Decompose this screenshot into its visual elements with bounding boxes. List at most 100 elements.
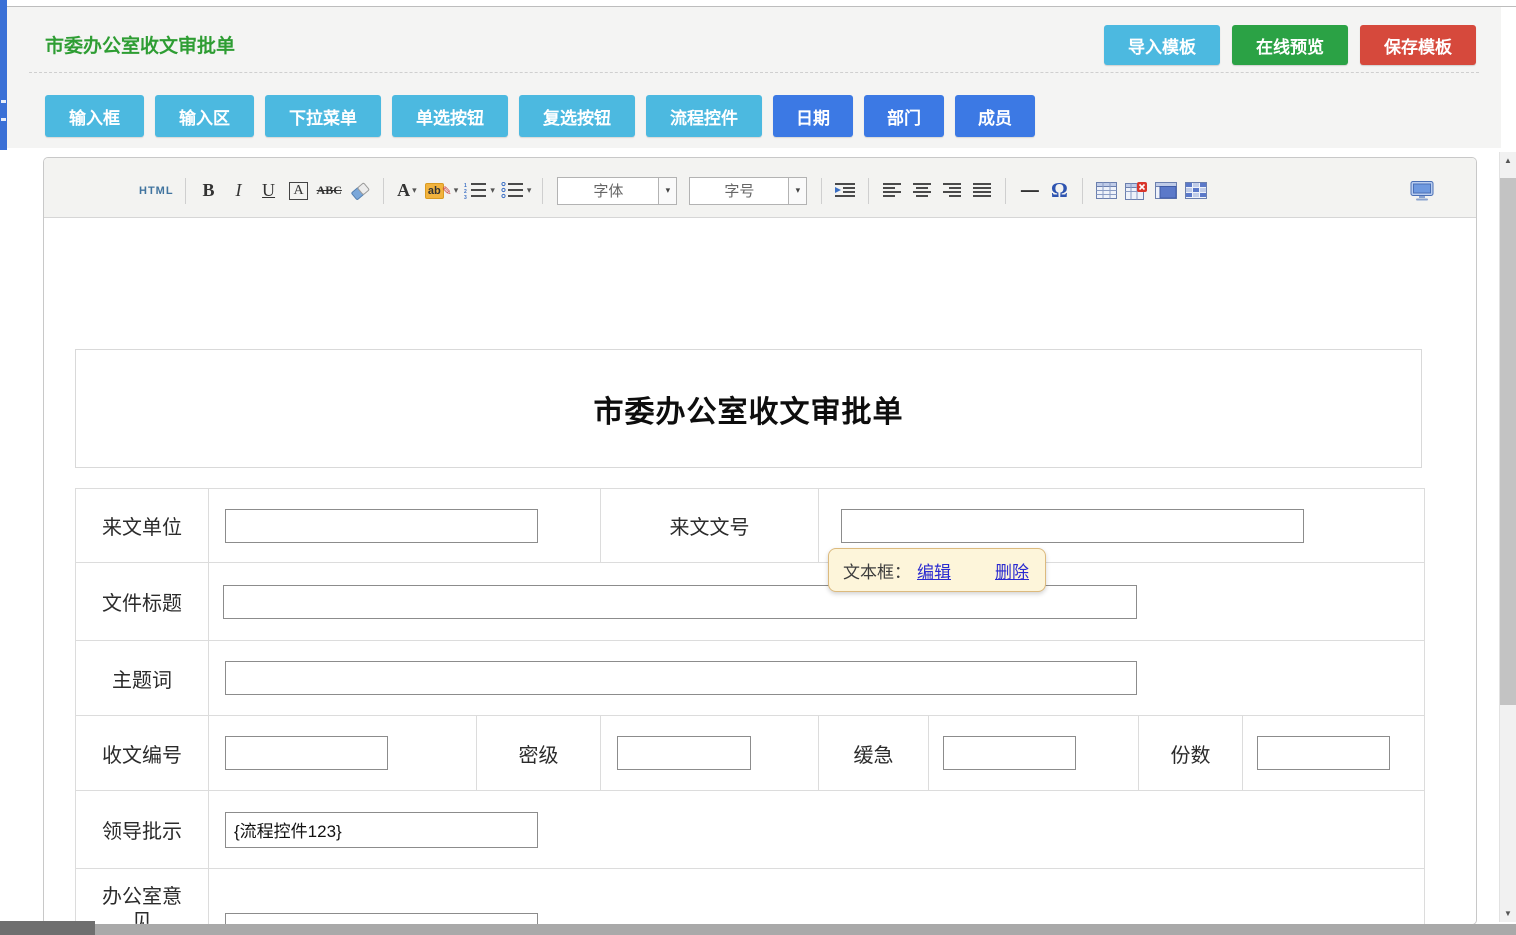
eraser-icon: [349, 181, 371, 201]
label-copies: 份数: [1139, 716, 1243, 791]
cell-urgency: [929, 716, 1139, 791]
indent-icon: [834, 182, 856, 200]
cell-subject-words: [209, 641, 1425, 716]
align-justify-button[interactable]: [970, 178, 994, 204]
font-family-label: 字体: [558, 178, 658, 204]
font-size-dropdown-button[interactable]: ▾: [788, 178, 806, 204]
underline-button[interactable]: U: [257, 178, 281, 204]
header-action-buttons: 导入模板 在线预览 保存模板: [1104, 25, 1476, 65]
table-row: 主题词: [76, 641, 1425, 716]
table-icon: [1096, 182, 1117, 199]
align-left-button[interactable]: [880, 178, 904, 204]
font-color-a-icon: A: [397, 180, 410, 201]
font-family-select[interactable]: 字体 ▾: [557, 177, 677, 205]
add-checkbox-button[interactable]: 复选按钮: [519, 95, 635, 137]
add-textarea-button[interactable]: 输入区: [155, 95, 254, 137]
horizontal-rule-button[interactable]: —: [1017, 178, 1041, 204]
add-date-button[interactable]: 日期: [773, 95, 853, 137]
cell-secrecy-level: [601, 716, 819, 791]
left-sliver-mark: [1, 118, 6, 121]
table-row: 领导批示 {流程控件123}: [76, 791, 1425, 869]
page-title: 市委办公室收文审批单: [45, 31, 235, 58]
chevron-down-icon: ▾: [796, 185, 801, 196]
delete-table-button[interactable]: [1124, 178, 1148, 204]
source-code-button[interactable]: HTML: [139, 178, 174, 204]
receipt-serial-input[interactable]: [225, 736, 388, 770]
label-incoming-unit: 来文单位: [76, 489, 209, 563]
scroll-down-arrow[interactable]: ▼: [1500, 905, 1516, 922]
chevron-down-icon: ▾: [454, 185, 459, 196]
add-input-box-button[interactable]: 输入框: [45, 95, 144, 137]
chevron-down-icon: ▾: [666, 185, 671, 196]
label-urgency: 缓急: [819, 716, 929, 791]
highlight-color-button[interactable]: ab ✎ ▾: [425, 178, 458, 204]
table-row: 办公室意见 {流程控件124}: [76, 869, 1425, 926]
italic-button[interactable]: I: [227, 178, 251, 204]
document-title-block: 市委办公室收文审批单: [75, 349, 1422, 468]
font-color-button[interactable]: A ▾: [395, 178, 419, 204]
cell-copies: [1243, 716, 1425, 791]
insert-table-button[interactable]: [1094, 178, 1118, 204]
remove-format-button[interactable]: [348, 178, 372, 204]
table-properties-button[interactable]: [1154, 178, 1178, 204]
left-blue-sliver: [0, 0, 7, 150]
add-dropdown-button[interactable]: 下拉菜单: [265, 95, 381, 137]
toolbar-separator: [383, 178, 384, 204]
align-right-button[interactable]: [940, 178, 964, 204]
approval-form-table: 来文单位 来文文号 文件标题 主题词: [75, 488, 1425, 925]
secrecy-level-input[interactable]: [617, 736, 751, 770]
chevron-down-icon: ▾: [412, 185, 417, 196]
block-style-button[interactable]: A: [287, 178, 311, 204]
cell-incoming-unit: [209, 489, 601, 563]
add-member-button[interactable]: 成员: [955, 95, 1035, 137]
strikethrough-button[interactable]: ABC: [317, 178, 342, 204]
copies-input[interactable]: [1257, 736, 1390, 770]
fullscreen-button[interactable]: [1410, 178, 1434, 204]
bold-button[interactable]: B: [197, 178, 221, 204]
indent-button[interactable]: [833, 178, 857, 204]
add-flow-control-button[interactable]: 流程控件: [646, 95, 762, 137]
component-toolbar: 输入框 输入区 下拉菜单 单选按钮 复选按钮 流程控件 日期 部门 成员: [45, 95, 1035, 137]
font-size-select[interactable]: 字号 ▾: [689, 177, 807, 205]
cell-properties-icon: [1185, 182, 1207, 199]
delete-table-icon: [1125, 182, 1147, 200]
scrollbar-thumb[interactable]: [1500, 178, 1516, 705]
font-size-label: 字号: [690, 178, 788, 204]
vertical-scrollbar[interactable]: ▲ ▼: [1499, 152, 1516, 922]
delete-control-link[interactable]: 删除: [995, 558, 1029, 583]
toolbar-separator: [1082, 178, 1083, 204]
ordered-list-icon: 1 2 3: [464, 182, 488, 200]
tooltip-label: 文本框：: [843, 558, 911, 583]
add-department-button[interactable]: 部门: [864, 95, 944, 137]
label-office-opinion: 办公室意见: [76, 869, 209, 926]
align-center-button[interactable]: [910, 178, 934, 204]
cell-receipt-serial: [209, 716, 477, 791]
editor-content-area[interactable]: 市委办公室收文审批单 来文单位 来文文号: [44, 218, 1476, 925]
scroll-up-arrow[interactable]: ▲: [1500, 152, 1516, 169]
ordered-list-button[interactable]: 1 2 3 ▾: [464, 178, 495, 204]
online-preview-button[interactable]: 在线预览: [1232, 25, 1348, 65]
flow-control-placeholder-123[interactable]: {流程控件123}: [225, 812, 538, 848]
chevron-down-icon: ▾: [527, 185, 532, 196]
save-template-button[interactable]: 保存模板: [1360, 25, 1476, 65]
table-properties-icon: [1155, 182, 1177, 199]
special-character-button[interactable]: Ω: [1047, 178, 1071, 204]
incoming-number-input[interactable]: [841, 509, 1304, 543]
add-radio-button[interactable]: 单选按钮: [392, 95, 508, 137]
import-template-button[interactable]: 导入模板: [1104, 25, 1220, 65]
header-divider: [29, 72, 1479, 73]
font-family-dropdown-button[interactable]: ▾: [658, 178, 676, 204]
unordered-list-button[interactable]: ▾: [501, 178, 532, 204]
svg-text:3: 3: [464, 195, 467, 200]
subject-words-input[interactable]: [225, 661, 1137, 695]
window-bottom-edge: [0, 924, 1516, 935]
align-right-icon: [942, 182, 962, 200]
cell-properties-button[interactable]: [1184, 178, 1208, 204]
toolbar-separator: [1005, 178, 1006, 204]
toolbar-separator: [821, 178, 822, 204]
urgency-input[interactable]: [943, 736, 1076, 770]
edit-control-link[interactable]: 编辑: [917, 558, 951, 583]
incoming-unit-input[interactable]: [225, 509, 538, 543]
align-justify-icon: [972, 182, 992, 200]
chevron-down-icon: ▾: [490, 185, 495, 196]
